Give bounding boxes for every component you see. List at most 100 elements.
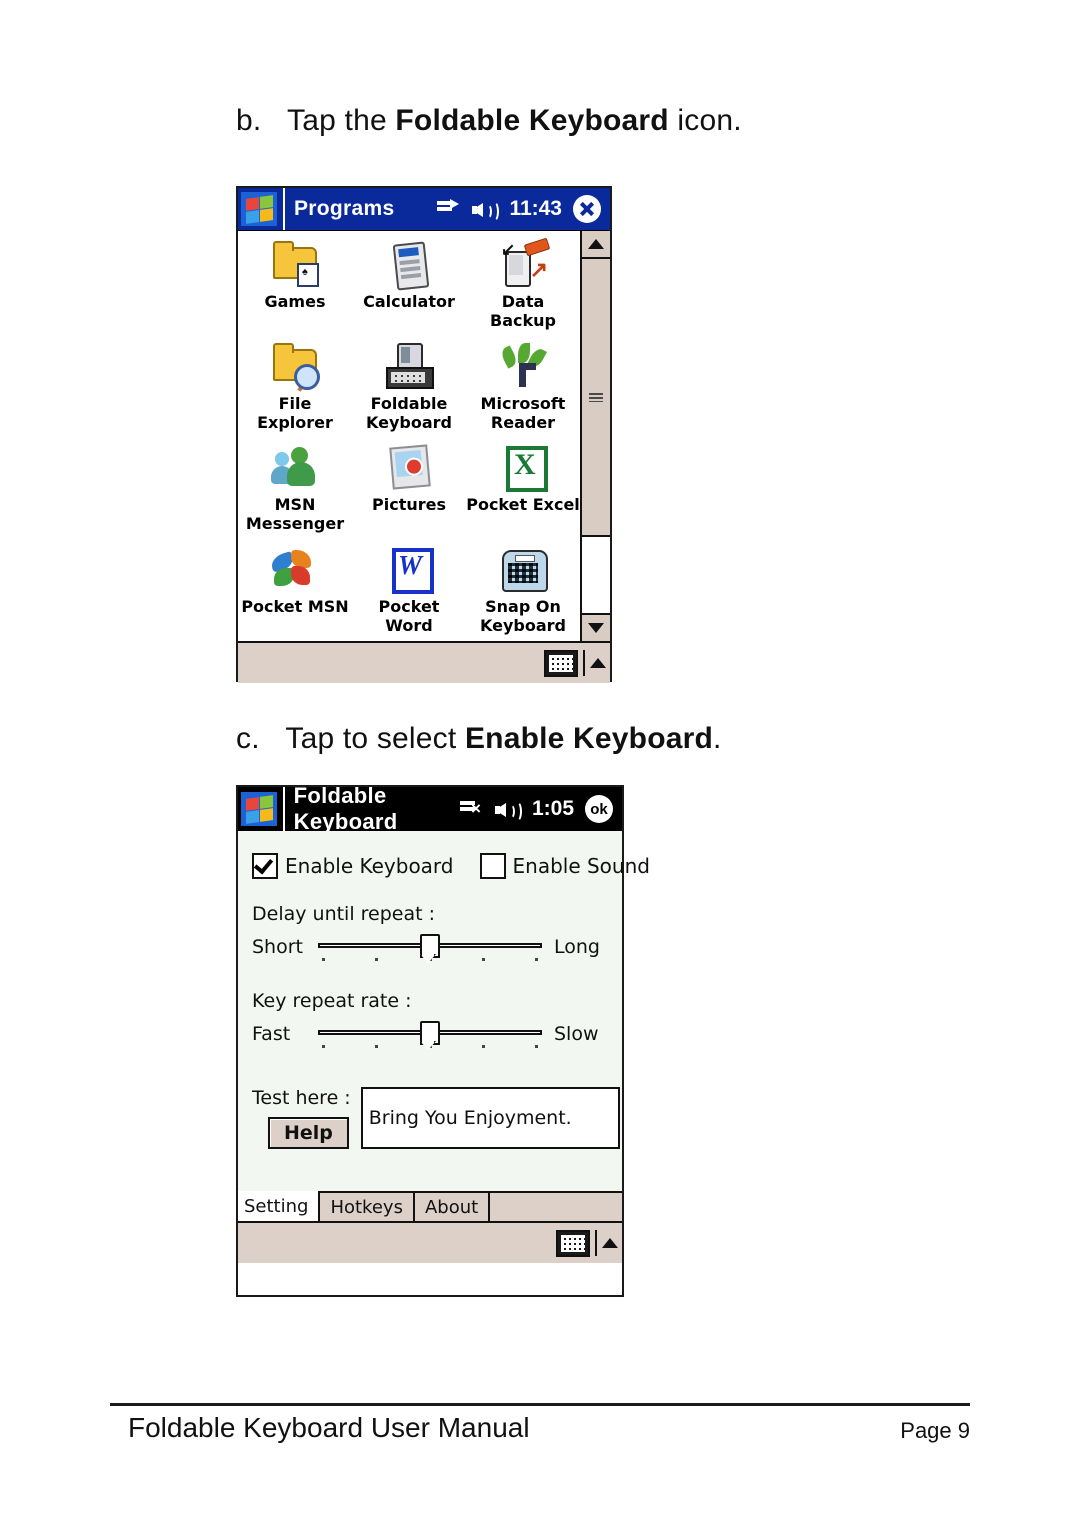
taskbar-divider: [595, 1230, 597, 1256]
slider-thumb[interactable]: [420, 934, 440, 958]
data-backup-icon: ↗ ↙: [497, 237, 551, 289]
scrollbar-thumb[interactable]: [582, 259, 610, 538]
snap-on-keyboard-icon: [497, 544, 549, 594]
program-item-data-backup[interactable]: ↗ ↙ Data Backup: [466, 235, 580, 337]
test-input[interactable]: [360, 1087, 620, 1149]
program-item-pictures[interactable]: Pictures: [352, 438, 466, 540]
connectivity-disconnected-icon[interactable]: [459, 799, 484, 819]
foldable-titlebar: Foldable Keyboard 1:05 ok: [238, 783, 622, 834]
tab-hotkeys[interactable]: Hotkeys: [318, 1191, 415, 1221]
close-icon[interactable]: [573, 195, 601, 223]
taskbar-divider: [583, 650, 585, 676]
checkbox-unchecked-icon[interactable]: [479, 853, 506, 879]
delay-until-repeat-group: Delay until repeat : Short Long: [252, 903, 608, 966]
program-label: Foldable Keyboard: [366, 393, 452, 432]
clock-label[interactable]: 11:43: [509, 197, 562, 221]
program-label: Games: [264, 292, 326, 311]
test-area: Test here : Help: [252, 1087, 620, 1149]
step-text-before: Tap to select: [285, 722, 465, 755]
games-folder-icon: [269, 239, 321, 289]
slider-thumb[interactable]: [420, 1021, 440, 1045]
key-repeat-rate-group: Key repeat rate : Fast Slow: [252, 990, 608, 1053]
program-item-pocket-word[interactable]: W Pocket Word: [352, 540, 466, 642]
footer-divider: [110, 1403, 970, 1406]
ok-button[interactable]: ok: [585, 795, 613, 823]
titlebar-divider: [283, 188, 285, 230]
windows-logo-icon[interactable]: [241, 192, 277, 226]
tab-setting[interactable]: Setting: [238, 1191, 321, 1221]
checkbox-enable-keyboard[interactable]: Enable Keyboard: [252, 853, 454, 879]
delay-slider-min-label: Short: [252, 936, 303, 958]
connectivity-icon[interactable]: [437, 199, 461, 219]
programs-title: Programs: [294, 197, 395, 220]
checkbox-label: Enable Keyboard: [285, 854, 454, 878]
scroll-thumb-grip-icon: [589, 392, 603, 402]
tab-about[interactable]: About: [412, 1191, 491, 1221]
scroll-down-icon[interactable]: [582, 613, 610, 641]
foldable-title: Foldable Keyboard: [293, 783, 398, 834]
file-explorer-icon: [269, 341, 321, 392]
speaker-icon[interactable]: [494, 799, 522, 822]
step-text-bold: Foldable Keyboard: [395, 104, 669, 137]
step-text-before: Tap the: [287, 104, 396, 137]
checkbox-row: Enable Keyboard Enable Sound: [252, 831, 650, 879]
program-label: Pocket Word: [378, 596, 440, 635]
programs-screenshot: Programs 11:43 Games: [236, 186, 612, 683]
program-item-file-explorer[interactable]: File Explorer: [238, 337, 352, 439]
step-text-bold: Enable Keyboard: [464, 722, 714, 755]
program-item-games[interactable]: Games: [238, 235, 352, 337]
program-label: Pocket MSN: [241, 596, 349, 616]
repeat-slider-max-label: Slow: [554, 1023, 599, 1045]
checkbox-checked-icon[interactable]: [252, 853, 278, 879]
sip-selector-up-icon[interactable]: [602, 1238, 618, 1248]
program-item-snap-on-keyboard[interactable]: Snap On Keyboard: [466, 540, 580, 642]
help-button[interactable]: Help: [268, 1117, 349, 1149]
checkbox-enable-sound[interactable]: Enable Sound: [479, 853, 650, 879]
step-letter: b.: [236, 104, 262, 137]
program-item-pocket-msn[interactable]: Pocket MSN: [238, 540, 352, 642]
repeat-slider[interactable]: [318, 1019, 542, 1053]
soft-input-panel-keyboard-icon[interactable]: [556, 1229, 590, 1257]
program-label: Snap On Keyboard: [480, 596, 566, 635]
foldable-keyboard-screenshot: Foldable Keyboard 1:05 ok Enable Keyboar…: [236, 783, 650, 1297]
calculator-icon: [383, 239, 435, 291]
program-item-pocket-excel[interactable]: Pocket Excel: [466, 438, 580, 540]
sip-selector-up-icon[interactable]: [590, 658, 606, 668]
windows-logo-icon[interactable]: [241, 792, 277, 826]
msn-messenger-icon: [269, 442, 321, 492]
foldable-body: Enable Keyboard Enable Sound Delay until…: [238, 831, 650, 1221]
program-label: File Explorer: [257, 393, 333, 432]
footer-page-number: Page 9: [900, 1418, 970, 1443]
programs-scrollbar[interactable]: [580, 231, 610, 641]
delay-group-label: Delay until repeat :: [252, 903, 436, 925]
delay-slider-row: Short Long: [252, 932, 608, 966]
programs-taskbar: [238, 641, 610, 683]
step-heading-b: b. Tap the Foldable Keyboard icon.: [236, 104, 742, 138]
foldable-titlebar-status: 1:05 ok: [459, 795, 622, 823]
repeat-slider-row: Fast Slow: [252, 1019, 608, 1053]
program-label: Data Backup: [490, 292, 556, 330]
scroll-up-icon[interactable]: [582, 231, 610, 259]
program-label: MSN Messenger: [245, 495, 345, 533]
program-item-calculator[interactable]: Calculator: [352, 235, 466, 337]
soft-input-panel-keyboard-icon[interactable]: [544, 649, 578, 677]
repeat-group-label: Key repeat rate :: [252, 990, 412, 1012]
pocket-excel-icon: [497, 442, 549, 492]
program-item-foldable-keyboard[interactable]: Foldable Keyboard: [352, 337, 466, 439]
programs-titlebar-status: 11:43: [437, 195, 610, 223]
scrollbar-track[interactable]: [582, 259, 610, 613]
footer-title: Foldable Keyboard User Manual: [128, 1412, 530, 1443]
pictures-icon: [383, 442, 435, 492]
clock-label[interactable]: 1:05: [532, 797, 574, 821]
test-area-left: Test here : Help: [252, 1087, 351, 1149]
program-item-msn-messenger[interactable]: MSN Messenger: [238, 438, 352, 540]
foldable-tab-bar: Setting Hotkeys About: [238, 1187, 622, 1221]
foldable-taskbar: [238, 1221, 622, 1263]
program-label: Calculator: [363, 292, 455, 311]
pocket-word-icon: W: [383, 544, 435, 594]
delay-slider[interactable]: [318, 932, 542, 966]
programs-titlebar: Programs 11:43: [238, 188, 610, 231]
step-text-after: icon.: [668, 104, 742, 137]
speaker-icon[interactable]: [472, 199, 500, 222]
program-item-microsoft-reader[interactable]: Microsoft Reader: [466, 337, 580, 439]
